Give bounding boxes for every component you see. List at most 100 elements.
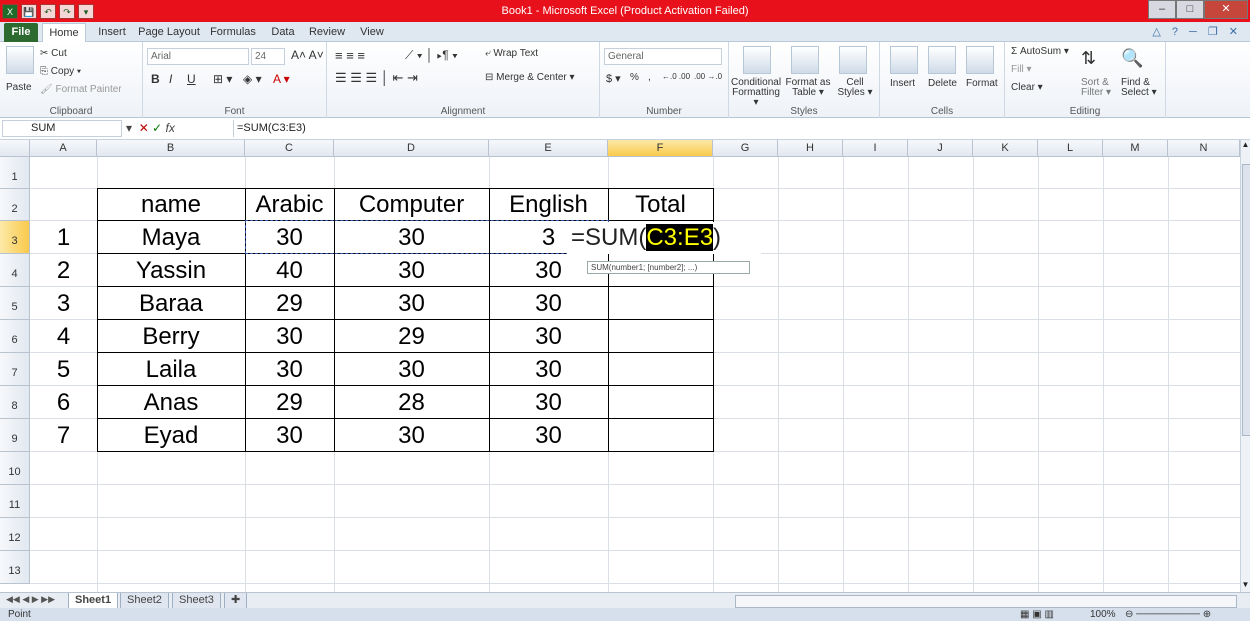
column-header-f[interactable]: F [608,140,713,157]
table-cell[interactable]: 40 [245,255,334,287]
close-button[interactable]: ✕ [1204,0,1248,19]
sort-filter-button[interactable]: Sort & Filter ▾ [1081,78,1115,98]
table-cell[interactable]: Berry [97,321,245,353]
table-cell[interactable]: 6 [30,387,97,419]
autosum-button[interactable]: Σ AutoSum ▾ [1011,46,1069,57]
table-cell[interactable]: 29 [334,321,489,353]
table-cell[interactable]: 30 [245,354,334,386]
table-cell[interactable]: 30 [489,321,608,353]
table-cell[interactable]: Laila [97,354,245,386]
header-computer[interactable]: Computer [334,189,489,221]
italic-button[interactable]: I [169,72,172,86]
clear-button[interactable]: Clear ▾ [1011,82,1043,93]
minimize-button[interactable]: – [1148,0,1176,19]
delete-button[interactable]: Delete [928,78,957,89]
sort-filter-icon[interactable]: ⇅ [1081,48,1096,69]
vertical-scrollbar[interactable]: ▲ ▼ [1240,140,1250,592]
row-header-6[interactable]: 6 [0,320,30,353]
cut-button[interactable]: ✂ Cut [40,48,67,59]
table-cell[interactable]: 30 [489,288,608,320]
tab-data[interactable]: Data [266,23,300,42]
font-color-icon[interactable]: A ▾ [273,72,290,86]
bold-button[interactable]: B [151,72,160,86]
column-header-n[interactable]: N [1168,140,1240,157]
active-cell-editor[interactable]: =SUM(C3:E3) [567,222,761,254]
header-english[interactable]: English [489,189,608,221]
sheet-tab-3[interactable]: Sheet3 [172,593,221,609]
tab-insert[interactable]: Insert [92,23,132,42]
decrease-decimal-button[interactable]: .00 →.0 [694,72,722,81]
insert-cells-icon[interactable] [890,46,918,74]
increase-decimal-button[interactable]: ←.0 .00 [662,72,690,81]
table-cell[interactable]: 30 [334,288,489,320]
table-cell[interactable]: 3 [30,288,97,320]
select-all-corner[interactable] [0,140,30,157]
percent-button[interactable]: % [630,72,639,83]
underline-button[interactable]: U [187,72,196,86]
fill-button[interactable]: Fill ▾ [1011,64,1032,75]
paste-button[interactable]: Paste [6,82,32,93]
align-left-icon[interactable]: ☰ ☰ ☰ │ ⇤ ⇥ [335,70,418,86]
header-total[interactable]: Total [608,189,713,221]
help-icon[interactable]: △ ? ─ ❐ ✕ [1152,25,1242,38]
format-cells-icon[interactable] [966,46,994,74]
table-cell[interactable]: Baraa [97,288,245,320]
table-cell[interactable]: 30 [489,354,608,386]
table-cell[interactable]: 28 [334,387,489,419]
table-cell[interactable]: 29 [245,288,334,320]
find-select-button[interactable]: Find & Select ▾ [1121,78,1161,98]
header-name[interactable]: name [97,189,245,221]
header-arabic[interactable]: Arabic [245,189,334,221]
column-header-l[interactable]: L [1038,140,1103,157]
view-buttons-icon[interactable]: ▦ ▣ ▥ [1020,608,1054,621]
scroll-up-icon[interactable]: ▲ [1241,140,1250,152]
scroll-thumb[interactable] [1242,164,1250,436]
currency-icon[interactable]: $ ▾ [606,72,621,85]
scroll-down-icon[interactable]: ▼ [1241,580,1250,592]
delete-cells-icon[interactable] [928,46,956,74]
column-header-k[interactable]: K [973,140,1038,157]
maximize-button[interactable]: □ [1176,0,1204,19]
conditional-formatting-icon[interactable] [743,46,771,74]
enter-icon[interactable]: ✓ [152,121,162,135]
column-header-b[interactable]: B [97,140,245,157]
sheet-tab-2[interactable]: Sheet2 [120,593,169,609]
row-header-2[interactable]: 2 [0,189,30,221]
column-header-g[interactable]: G [713,140,778,157]
cancel-icon[interactable]: ✕ [139,121,149,135]
table-cell[interactable]: 1 [30,222,97,254]
fx-icon[interactable]: fx [166,121,175,135]
merge-center-button[interactable]: ⊟ Merge & Center ▾ [485,72,575,83]
column-header-m[interactable]: M [1103,140,1168,157]
table-cell[interactable]: 30 [489,387,608,419]
zoom-level[interactable]: 100% [1090,608,1116,621]
font-name-select[interactable]: Arial [147,48,249,65]
table-cell[interactable]: Maya [97,222,245,254]
comma-button[interactable]: , [648,72,651,83]
table-cell[interactable]: 7 [30,420,97,452]
column-header-c[interactable]: C [245,140,334,157]
row-header-1[interactable]: 1 [0,157,30,189]
orientation-icon[interactable]: ⟋ ▾ │ ▸¶ ▾ [405,48,458,63]
column-header-i[interactable]: I [843,140,908,157]
row-header-5[interactable]: 5 [0,287,30,320]
format-painter-button[interactable]: 🖌 Format Painter [40,84,122,95]
table-cell[interactable]: Anas [97,387,245,419]
top-align-icon[interactable]: ≡ ≡ ≡ [335,48,365,63]
table-cell[interactable]: 4 [30,321,97,353]
format-as-table-button[interactable]: Format as Table ▾ [783,78,833,98]
table-cell[interactable]: 30 [334,420,489,452]
row-header-4[interactable]: 4 [0,254,30,287]
zoom-slider[interactable]: ⊖ ───────── ⊕ [1125,608,1211,621]
column-header-e[interactable]: E [489,140,608,157]
wrap-text-button[interactable]: ⤶ Wrap Text [485,48,538,59]
sheet-nav-icon[interactable]: ◀◀ ◀ ▶ ▶▶ [6,594,55,605]
number-format-select[interactable]: General [604,48,722,65]
column-header-a[interactable]: A [30,140,97,157]
cell-styles-button[interactable]: Cell Styles ▾ [835,78,875,98]
paste-icon[interactable] [6,46,34,74]
table-cell[interactable]: 2 [30,255,97,287]
table-cell[interactable]: Eyad [97,420,245,452]
format-as-table-icon[interactable] [791,46,819,74]
column-header-j[interactable]: J [908,140,973,157]
